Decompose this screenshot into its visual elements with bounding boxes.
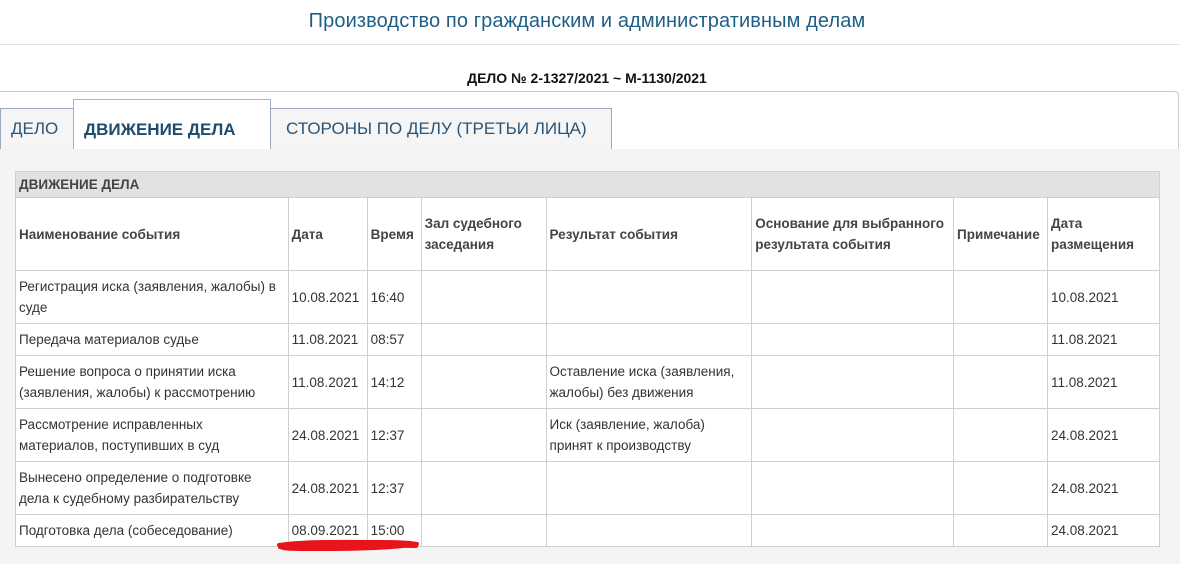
cell-hall <box>420 514 547 547</box>
cell-date: 10.08.2021 <box>287 270 368 324</box>
cell-date: 24.08.2021 <box>287 408 368 462</box>
table-row: Регистрация иска (заявления, жалобы) в с… <box>15 270 1160 324</box>
red-underline-stroke <box>277 539 419 551</box>
cell-event: Подготовка дела (собеседование) <box>15 514 289 547</box>
cell-basis <box>751 270 955 324</box>
tab-case-movement[interactable]: ДВИЖЕНИЕ ДЕЛА <box>73 99 271 151</box>
col-result: Результат события <box>545 197 753 271</box>
section-title: ДВИЖЕНИЕ ДЕЛА <box>15 171 1160 198</box>
cell-note <box>953 355 1048 409</box>
red-underline-annotation <box>277 539 419 551</box>
cell-basis <box>751 514 955 547</box>
tabs-area: ДЕЛО ДВИЖЕНИЕ ДЕЛА СТОРОНЫ ПО ДЕЛУ (ТРЕТ… <box>0 91 1180 564</box>
cell-note <box>953 323 1048 356</box>
cell-basis <box>751 408 955 462</box>
section-header-row: ДВИЖЕНИЕ ДЕЛА <box>15 171 1160 198</box>
col-posted: Дата размещения <box>1047 197 1160 271</box>
cell-posted: 11.08.2021 <box>1047 355 1160 409</box>
cell-posted: 24.08.2021 <box>1047 514 1160 547</box>
table-row: Вынесено определение о подготовке дела к… <box>15 461 1160 515</box>
col-time: Время <box>366 197 422 271</box>
tab-parties[interactable]: СТОРОНЫ ПО ДЕЛУ (ТРЕТЬИ ЛИЦА) <box>270 108 612 150</box>
col-date: Дата <box>287 197 368 271</box>
cell-event: Вынесено определение о подготовке дела к… <box>15 461 289 515</box>
cell-date: 24.08.2021 <box>287 461 368 515</box>
cell-result <box>545 461 753 515</box>
cell-event: Рассмотрение исправленных материалов, по… <box>15 408 289 462</box>
cell-date: 11.08.2021 <box>287 355 368 409</box>
cell-result <box>545 514 753 547</box>
cell-note <box>953 270 1048 324</box>
cell-result <box>545 270 753 324</box>
cell-time: 16:40 <box>366 270 422 324</box>
cell-result <box>545 323 753 356</box>
col-event-name: Наименование события <box>15 197 289 271</box>
cell-time: 08:57 <box>366 323 422 356</box>
tab-panel: ДВИЖЕНИЕ ДЕЛА Наименование события Дата … <box>0 149 1180 564</box>
cell-basis <box>751 323 955 356</box>
tab-case[interactable]: ДЕЛО <box>0 108 74 150</box>
cell-result: Оставление иска (заявления, жалобы) без … <box>545 355 753 409</box>
cell-hall <box>420 408 547 462</box>
cell-hall <box>420 270 547 324</box>
cell-posted: 10.08.2021 <box>1047 270 1160 324</box>
cell-hall <box>420 461 547 515</box>
cell-time: 12:37 <box>366 408 422 462</box>
table-row: Решение вопроса о принятии иска (заявлен… <box>15 355 1160 409</box>
table-row: Подготовка дела (собеседование) 08.09.20… <box>15 514 1160 547</box>
cell-result: Иск (заявление, жалоба) принят к произво… <box>545 408 753 462</box>
cell-time: 12:37 <box>366 461 422 515</box>
cell-posted: 24.08.2021 <box>1047 461 1160 515</box>
column-header-row: Наименование события Дата Время Зал суде… <box>15 197 1160 271</box>
cell-hall <box>420 323 547 356</box>
cell-note <box>953 408 1048 462</box>
cell-posted: 24.08.2021 <box>1047 408 1160 462</box>
table-row: Рассмотрение исправленных материалов, по… <box>15 408 1160 462</box>
cell-note <box>953 461 1048 515</box>
cell-event: Решение вопроса о принятии иска (заявлен… <box>15 355 289 409</box>
cell-posted: 11.08.2021 <box>1047 323 1160 356</box>
col-note: Примечание <box>953 197 1048 271</box>
col-basis: Основание для выбранного результата собы… <box>751 197 955 271</box>
events-table: ДВИЖЕНИЕ ДЕЛА Наименование события Дата … <box>15 171 1160 547</box>
cell-time: 14:12 <box>366 355 422 409</box>
cell-basis <box>751 461 955 515</box>
case-number: ДЕЛО № 2-1327/2021 ~ М-1130/2021 <box>467 70 707 86</box>
cell-event: Регистрация иска (заявления, жалобы) в с… <box>15 270 289 324</box>
cell-date: 11.08.2021 <box>287 323 368 356</box>
cell-note <box>953 514 1048 547</box>
cell-event: Передача материалов судье <box>15 323 289 356</box>
col-hall: Зал судебного заседания <box>420 197 547 271</box>
page-title: Производство по гражданским и администра… <box>308 10 866 32</box>
cell-basis <box>751 355 955 409</box>
cell-hall <box>420 355 547 409</box>
table-row: Передача материалов судье 11.08.2021 08:… <box>15 323 1160 356</box>
header-band: Производство по гражданским и администра… <box>0 0 1180 45</box>
